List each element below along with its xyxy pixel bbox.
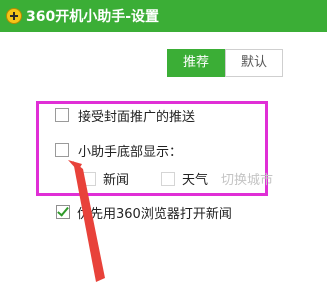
annotation-arrow-icon [68, 160, 105, 282]
